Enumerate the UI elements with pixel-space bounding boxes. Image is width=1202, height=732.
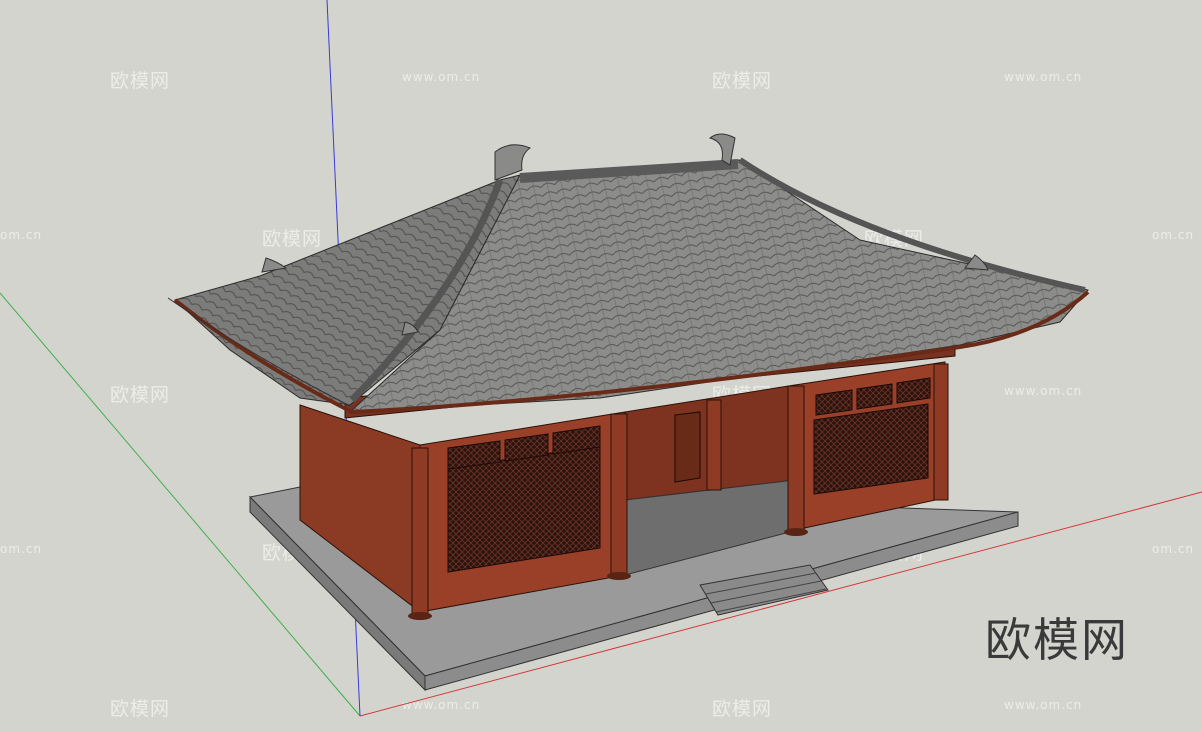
brand-logo-text: 欧模网 xyxy=(985,613,1129,667)
roof xyxy=(167,133,1090,415)
front-wall-right xyxy=(794,361,946,531)
modeling-viewport[interactable]: 欧模网 www.om.cn 欧模网 www.om.cn om.cn 欧模网 ww… xyxy=(0,0,1202,732)
